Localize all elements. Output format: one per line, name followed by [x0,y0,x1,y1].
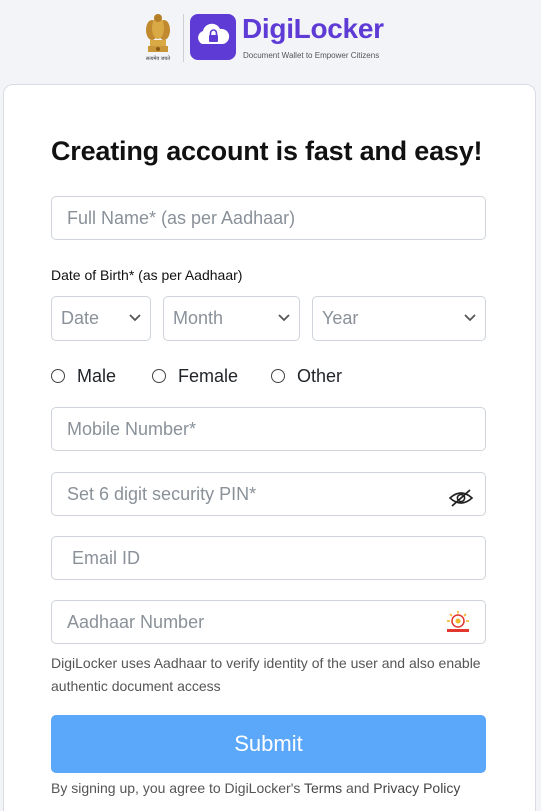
gender-label-male: Male [77,365,117,386]
terms-link[interactable]: Terms [304,780,342,796]
pin-placeholder: Set 6 digit security PIN* [67,483,257,504]
month-select[interactable]: Month [163,296,300,341]
radio-circle[interactable] [152,369,166,383]
mobile-placeholder: Mobile Number* [67,418,197,439]
aadhaar-placeholder: Aadhaar Number [67,611,205,632]
aadhaar-logo-icon [447,611,469,632]
page-title: Creating account is fast and easy! [51,136,483,166]
chevron-down-icon [464,314,476,322]
radio-circle[interactable] [51,369,65,383]
gender-radio-female[interactable]: Female [152,364,238,388]
brand-tagline: Document Wallet to Empower Citizens [243,51,380,60]
digilocker-logo-icon [190,14,236,60]
security-pin-input[interactable]: Set 6 digit security PIN* [51,472,486,516]
chevron-down-icon [129,314,141,322]
date-select-value: Date [61,308,100,328]
date-select[interactable]: Date [51,296,151,341]
aadhaar-helper-text: DigiLocker uses Aadhaar to verify identi… [51,655,481,694]
year-select-value: Year [322,308,359,328]
gender-label-other: Other [297,365,343,386]
email-input[interactable]: Email ID [51,536,486,580]
mobile-number-input[interactable]: Mobile Number* [51,407,486,451]
header: सत्यमेव जयते DigiLocker Document Wallet … [0,0,541,84]
gender-label-female: Female [178,365,239,386]
brand-name: DigiLocker [242,13,384,44]
terms-and: and [342,780,374,796]
privacy-policy-link[interactable]: Privacy Policy [373,780,460,796]
eye-slash-icon[interactable] [448,488,474,508]
year-select[interactable]: Year [312,296,486,341]
gender-radio-other[interactable]: Other [271,364,342,388]
full-name-input[interactable]: Full Name* (as per Aadhaar) [51,196,486,240]
gender-radio-male[interactable]: Male [51,364,116,388]
emblem-caption: सत्यमेव जयते [145,56,171,62]
header-divider [183,14,184,62]
dob-label: Date of Birth* (as per Aadhaar) [51,267,243,283]
full-name-placeholder: Full Name* (as per Aadhaar) [67,207,296,228]
terms-prefix: By signing up, you agree to DigiLocker's [51,780,305,796]
chevron-down-icon [278,314,290,322]
email-placeholder: Email ID [72,547,141,568]
radio-circle[interactable] [271,369,285,383]
month-select-value: Month [173,308,224,328]
terms-text: By signing up, you agree to DigiLocker's… [51,780,460,796]
submit-button[interactable]: Submit [51,715,486,773]
aadhaar-number-input[interactable]: Aadhaar Number [51,600,486,644]
